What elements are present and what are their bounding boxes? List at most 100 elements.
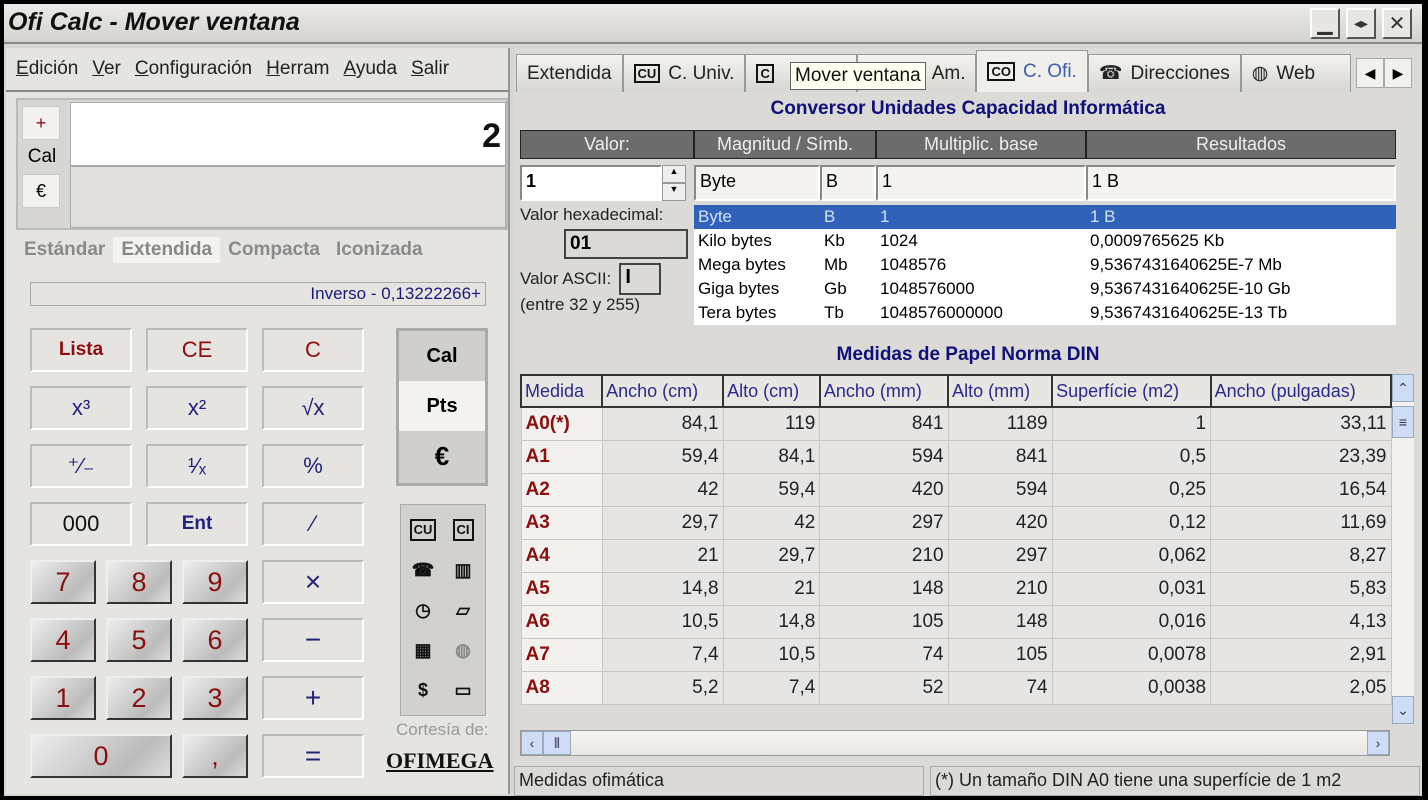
ci-icon[interactable]: CI [445, 511, 481, 548]
mode-iconized[interactable]: Iconizada [328, 237, 431, 263]
spin-up[interactable]: ▲ [662, 165, 686, 183]
tab-direcciones[interactable]: ☎ Direcciones [1087, 54, 1241, 92]
scroll-up-icon[interactable]: ⌃ [1392, 374, 1414, 402]
menu-ver[interactable]: Ver [92, 58, 121, 80]
key-10[interactable]: Ent [146, 502, 248, 546]
list-item[interactable]: Mega bytes [694, 253, 820, 277]
table-row[interactable]: A7 7,4 10,5 74 105 0,0078 2,91 [520, 637, 1392, 672]
key-11[interactable]: ⁄ [262, 502, 364, 546]
globe-icon[interactable]: ◍ [445, 633, 481, 669]
column-header[interactable]: Alto (cm) [722, 374, 821, 408]
currency-euro[interactable]: € [399, 431, 485, 481]
key-3[interactable]: x³ [30, 386, 132, 430]
column-header[interactable]: Alto (mm) [947, 374, 1054, 408]
dollar-icon[interactable]: $ [405, 673, 441, 709]
digit-key-3[interactable]: 3 [182, 676, 248, 720]
list-item[interactable]: Giga bytes [694, 277, 820, 301]
column-header[interactable]: Superfície (m2) [1051, 374, 1212, 408]
key-4[interactable]: x² [146, 386, 248, 430]
scroll-left-icon[interactable]: ‹ [521, 731, 543, 755]
column-header[interactable]: Ancho (cm) [601, 374, 725, 408]
unit-list[interactable]: Byte Kilo bytes Mega bytes Giga bytes Tera b… [694, 205, 820, 325]
digit-key-4[interactable]: 4 [30, 618, 96, 662]
base-list[interactable]: 1 1024 1048576 1048576000 1048576000000 [876, 205, 1086, 325]
result-list[interactable]: 1 B 0,0009765625 Kb 9,5367431640625E-7 Mb 9… [1086, 205, 1396, 325]
menu-configuración[interactable]: Configuración [135, 58, 252, 80]
clock-icon[interactable]: ◷ [405, 592, 441, 628]
key-6[interactable]: ⁺∕₋ [30, 444, 132, 488]
tab-c-ofi[interactable]: CO C. Ofi. [976, 50, 1088, 92]
digit-key-8[interactable]: 8 [106, 560, 172, 604]
title-bar[interactable]: Ofi Calc - Mover ventana ▁ ◂▸ ✕ [4, 4, 1422, 44]
horizontal-scrollbar[interactable]: ‹ ⦀ › [520, 730, 1390, 756]
list-item[interactable]: 1024 [876, 229, 1086, 253]
key-1[interactable]: CE [146, 328, 248, 372]
table-row[interactable]: A3 29,7 42 297 420 0,12 11,69 [520, 505, 1392, 540]
mode-extended[interactable]: Extendida [113, 237, 221, 263]
list-item[interactable]: 1 [876, 205, 1086, 229]
digit-key-6[interactable]: 6 [182, 618, 248, 662]
table-row[interactable]: A2 42 59,4 420 594 0,25 16,54 [520, 472, 1392, 507]
key-8[interactable]: % [262, 444, 364, 488]
close-button[interactable]: ✕ [1382, 8, 1412, 39]
ascii-field[interactable]: I [619, 263, 662, 295]
currency-pts[interactable]: Pts [399, 381, 485, 431]
digit-key-,[interactable]: , [182, 734, 248, 778]
column-header[interactable]: Ancho (mm) [818, 374, 950, 408]
list-item[interactable]: Kilo bytes [694, 229, 820, 253]
digit-key-1[interactable]: 1 [30, 676, 96, 720]
folder-hand-icon[interactable]: ▱ [445, 592, 481, 628]
column-header[interactable]: Ancho (pulgadas) [1209, 374, 1393, 408]
table-row[interactable]: A1 59,4 84,1 594 841 0,5 23,39 [520, 439, 1392, 474]
list-item[interactable]: Tera bytes [694, 301, 820, 325]
digit-key-0[interactable]: 0 [30, 734, 172, 778]
calendar-icon[interactable]: ▦ [405, 633, 441, 669]
cu-icon[interactable]: CU [405, 511, 441, 548]
tab-extendida[interactable]: Extendida [516, 54, 623, 92]
list-item[interactable]: 1 B [1086, 205, 1396, 229]
key-5[interactable]: √x [262, 386, 364, 430]
op-key-2[interactable]: + [262, 676, 364, 720]
op-key-1[interactable]: − [262, 618, 364, 662]
vertical-scrollbar[interactable]: ⌃ ≡ ⌄ [1392, 374, 1414, 724]
symbol-list[interactable]: B Kb Mb Gb Tb [820, 205, 876, 325]
key-2[interactable]: C [262, 328, 364, 372]
mode-compact[interactable]: Compacta [220, 237, 328, 263]
column-header[interactable]: Medida [519, 374, 604, 408]
unit-field[interactable]: Byte [694, 165, 820, 201]
table-row[interactable]: A0(*) 84,1 119 841 1189 1 33,11 [520, 406, 1392, 441]
op-key-3[interactable]: = [262, 734, 364, 778]
table-row[interactable]: A4 21 29,7 210 297 0,062 8,27 [520, 538, 1392, 573]
list-item[interactable]: 9,5367431640625E-13 Tb [1086, 301, 1396, 325]
restore-button[interactable]: ◂▸ [1346, 8, 1376, 39]
scroll-down-icon[interactable]: ⌄ [1392, 696, 1414, 724]
memory-plus-button[interactable]: + [22, 106, 60, 140]
list-item[interactable]: Kb [820, 229, 876, 253]
list-item[interactable]: 1048576000 [876, 277, 1086, 301]
key-0[interactable]: Lista [30, 328, 132, 372]
list-item[interactable]: 0,0009765625 Kb [1086, 229, 1396, 253]
currency-cal[interactable]: Cal [399, 331, 485, 381]
list-item[interactable]: Tb [820, 301, 876, 325]
euro-button[interactable]: € [22, 174, 60, 208]
list-item[interactable]: 9,5367431640625E-10 Gb [1086, 277, 1396, 301]
key-7[interactable]: ¹∕ₓ [146, 444, 248, 488]
digit-key-2[interactable]: 2 [106, 676, 172, 720]
scroll-thumb[interactable]: ≡ [1392, 406, 1414, 438]
list-item[interactable]: Byte [694, 205, 820, 229]
key-9[interactable]: 000 [30, 502, 132, 546]
list-item[interactable]: 1048576 [876, 253, 1086, 277]
digit-key-5[interactable]: 5 [106, 618, 172, 662]
phone-icon[interactable]: ☎ [405, 552, 441, 588]
mode-standard[interactable]: Estándar [16, 237, 113, 263]
digit-key-9[interactable]: 9 [182, 560, 248, 604]
scroll-right-icon[interactable]: › [1367, 731, 1389, 755]
open-folder-icon[interactable]: ▭ [445, 673, 481, 709]
tab-c-univ[interactable]: CU C. Univ. [622, 54, 746, 92]
menu-ayuda[interactable]: Ayuda [344, 58, 398, 80]
list-item[interactable]: Mb [820, 253, 876, 277]
value-input[interactable]: 1 [520, 165, 662, 201]
menu-salir[interactable]: Salir [411, 58, 449, 80]
list-item[interactable]: B [820, 205, 876, 229]
tab-web[interactable]: ◍ Web [1240, 54, 1351, 92]
